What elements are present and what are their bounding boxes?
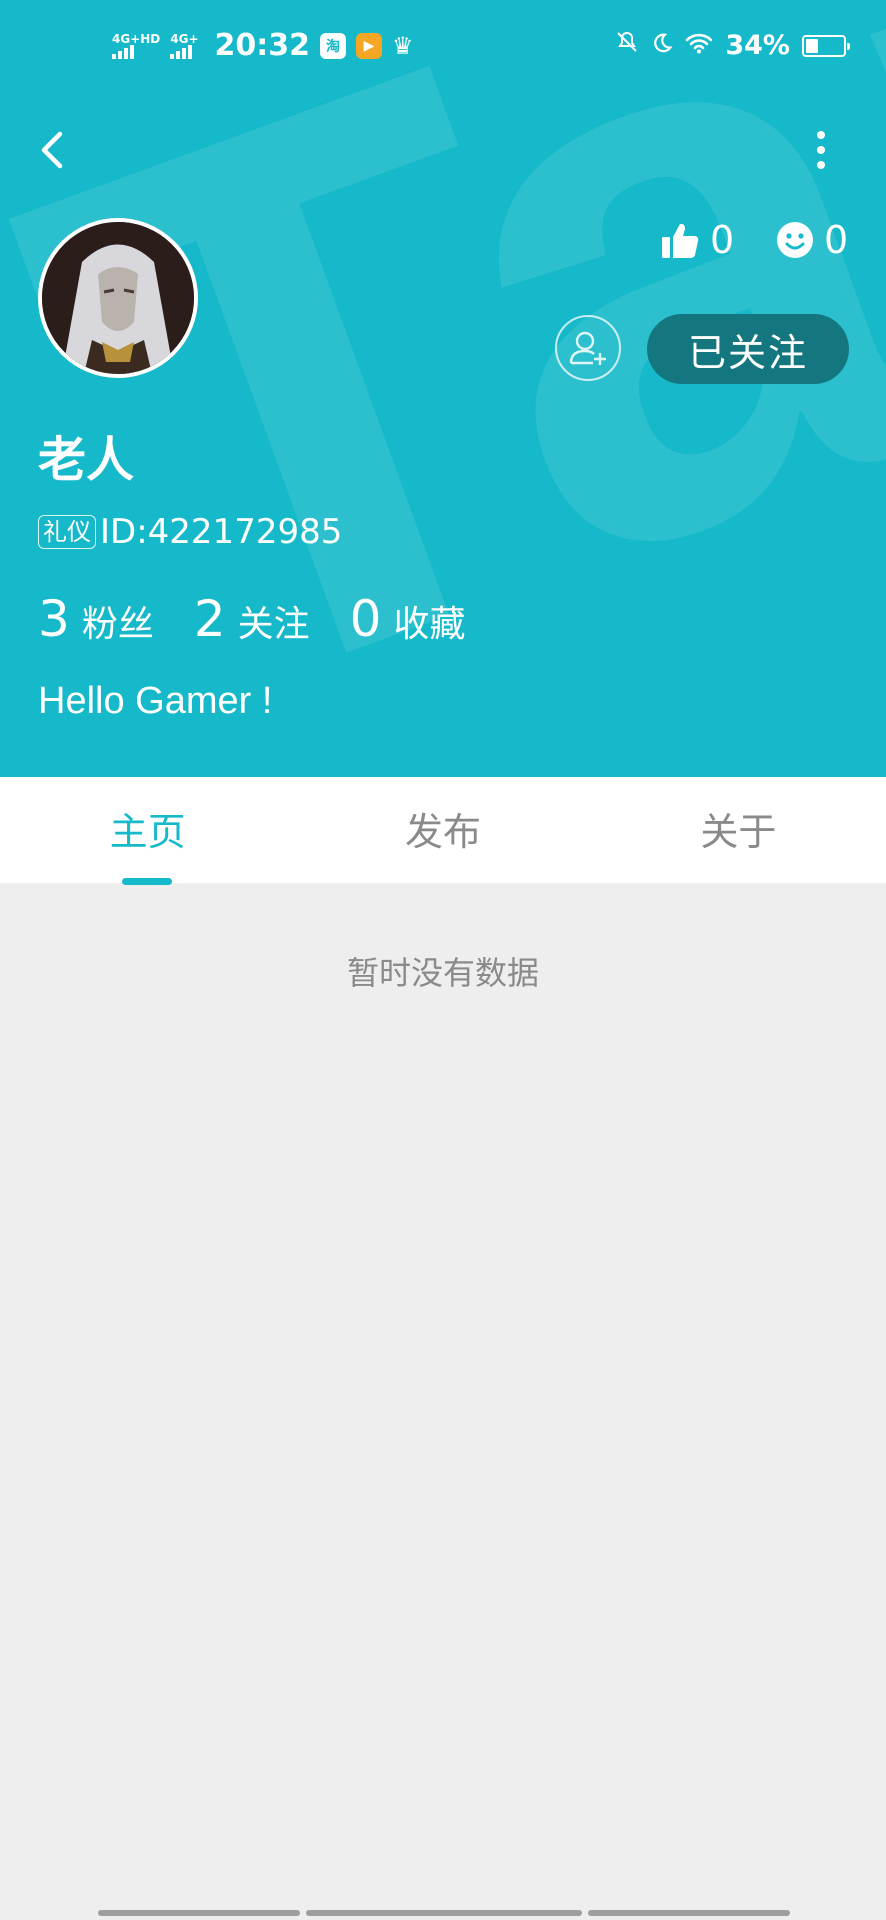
avatar[interactable] [38, 218, 198, 378]
network-type-1: 4G+HD [112, 31, 161, 46]
more-options-button[interactable] [806, 120, 836, 180]
battery-percent: 34% [725, 30, 790, 61]
fans-label[interactable]: 粉丝 [82, 595, 154, 647]
battery-fill [806, 38, 818, 53]
tab-home[interactable]: 主页 [0, 777, 295, 883]
gesture-nav-bar [98, 1910, 790, 1916]
back-arrow-icon [41, 131, 63, 169]
moon-icon [651, 30, 673, 61]
likes-stat: 0 [660, 218, 734, 262]
network-type-2: 4G+ [170, 31, 199, 46]
user-name: 老人 [38, 432, 135, 488]
avatar-image [42, 222, 194, 374]
wifi-icon [685, 30, 713, 61]
user-bio: Hello Gamer ! [38, 680, 273, 722]
header-watermark: Tap [0, 0, 886, 777]
silent-icon [615, 30, 639, 61]
user-id: ID:422172985 [100, 512, 343, 552]
user-tag-badge: 礼仪 [38, 515, 96, 549]
likes-count: 0 [710, 218, 735, 262]
signal-icon-2: 4G+ [170, 31, 199, 59]
favorites-label[interactable]: 收藏 [393, 595, 465, 647]
more-vertical-icon [817, 131, 825, 169]
following-count[interactable]: 2 [194, 590, 226, 648]
video-notification-icon: ▶ [356, 32, 383, 59]
profile-header: Tap 4G+HD 4G+ 20:32 淘 ▶ ♛ 34% 0 0 已关注 老人… [0, 0, 886, 777]
following-button[interactable]: 已关注 [647, 314, 849, 384]
status-bar: 4G+HD 4G+ 20:32 淘 ▶ ♛ 34% [0, 0, 886, 100]
favorites-count[interactable]: 0 [350, 590, 382, 648]
emote-count: 0 [824, 218, 849, 262]
add-user-icon [569, 331, 606, 365]
profile-tabs: 主页 发布 关于 [0, 777, 886, 883]
crown-icon: ♛ [392, 31, 414, 60]
add-friend-button[interactable] [555, 315, 621, 381]
thumbs-up-icon [662, 223, 699, 258]
signal-icon: 4G+HD [112, 33, 160, 59]
battery-icon [802, 34, 850, 57]
smile-icon [777, 222, 813, 258]
taobao-notification-icon: 淘 [320, 32, 347, 59]
following-label[interactable]: 关注 [238, 595, 310, 647]
status-time: 20:32 [214, 28, 311, 63]
user-id-row: 礼仪 ID:422172985 [38, 512, 342, 552]
tab-posts[interactable]: 发布 [295, 777, 590, 883]
follow-counts: 3 粉丝 2 关注 0 收藏 [38, 590, 505, 648]
fans-count[interactable]: 3 [38, 590, 70, 648]
emote-stat: 0 [776, 218, 848, 262]
back-button[interactable] [34, 120, 74, 180]
empty-state-text: 暂时没有数据 [346, 954, 539, 992]
active-tab-indicator [122, 878, 172, 885]
tab-about[interactable]: 关于 [591, 777, 886, 883]
